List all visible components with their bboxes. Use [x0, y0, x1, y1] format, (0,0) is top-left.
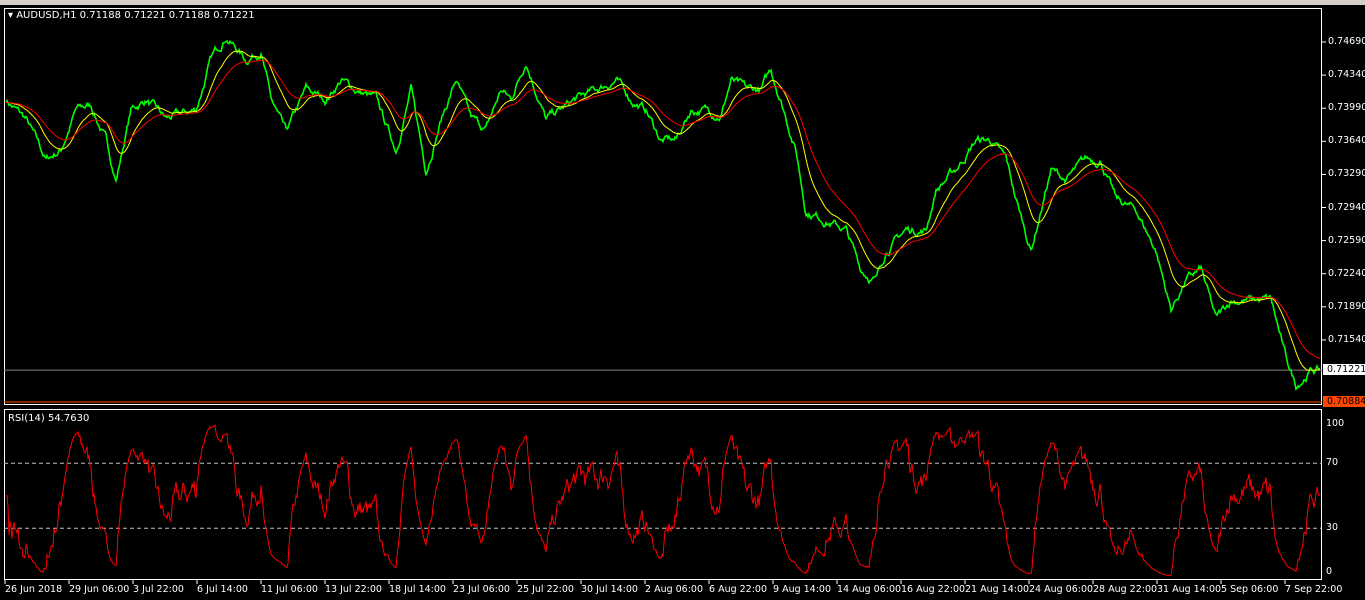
- x-tick-label: 21 Aug 14:00: [965, 584, 1030, 595]
- x-tick-label: 7 Sep 22:00: [1285, 584, 1343, 595]
- rsi-tick-label: 70: [1326, 457, 1339, 469]
- x-tick-label: 5 Sep 06:00: [1221, 584, 1279, 595]
- x-tick-label: 6 Aug 22:00: [709, 584, 768, 595]
- x-tick-label: 25 Jul 22:00: [517, 584, 574, 595]
- y-tick-label: 0.71540: [1328, 333, 1365, 345]
- rsi-line: [6, 424, 1321, 577]
- y-tick-label: 0.72590: [1328, 234, 1365, 246]
- x-tick-label: 28 Aug 22:00: [1093, 584, 1158, 595]
- y-tick-label: 0.73290: [1328, 168, 1365, 180]
- x-tick-label: 6 Jul 14:00: [197, 584, 248, 595]
- x-tick-label: 29 Jun 06:00: [69, 584, 130, 595]
- x-tick-label: 31 Aug 14:00: [1157, 584, 1222, 595]
- ma-fast-line: [5, 50, 1321, 371]
- rsi-tick-label: 30: [1326, 522, 1339, 534]
- y-tick-label: 0.74690: [1328, 36, 1365, 47]
- y-tick-label: 0.71890: [1328, 300, 1365, 312]
- rsi-tick-label: 100: [1326, 418, 1345, 429]
- x-tick-label: 14 Aug 06:00: [837, 584, 902, 595]
- low-line-label: 0.70884: [1323, 395, 1365, 407]
- y-tick-label: 0.72940: [1328, 201, 1365, 213]
- y-tick-label: 0.73990: [1328, 102, 1365, 114]
- chart-svg: [4, 39, 1326, 584]
- x-tick-label: 24 Aug 06:00: [1029, 584, 1094, 595]
- x-tick-label: 2 Aug 06:00: [645, 584, 704, 595]
- x-tick-label: 30 Jul 14:00: [581, 584, 638, 595]
- x-tick-label: 9 Aug 14:00: [773, 584, 832, 595]
- x-tick-label: 11 Jul 06:00: [261, 584, 318, 595]
- x-tick-label: 13 Jul 22:00: [325, 584, 382, 595]
- y-tick-label: 0.72240: [1328, 267, 1365, 279]
- x-tick-label: 3 Jul 22:00: [133, 584, 184, 595]
- x-tick-label: 16 Aug 22:00: [901, 584, 966, 595]
- rsi-tick-label: 0: [1326, 566, 1333, 577]
- price-line: [5, 39, 1321, 391]
- x-tick-label: 26 Jun 2018: [5, 584, 63, 595]
- y-tick-label: 0.73640: [1328, 135, 1365, 147]
- x-tick-label: 23 Jul 06:00: [453, 584, 510, 595]
- current-price-label: 0.71221: [1323, 364, 1365, 376]
- x-tick-label: 18 Jul 14:00: [389, 584, 446, 595]
- y-tick-label: 0.74340: [1328, 69, 1365, 81]
